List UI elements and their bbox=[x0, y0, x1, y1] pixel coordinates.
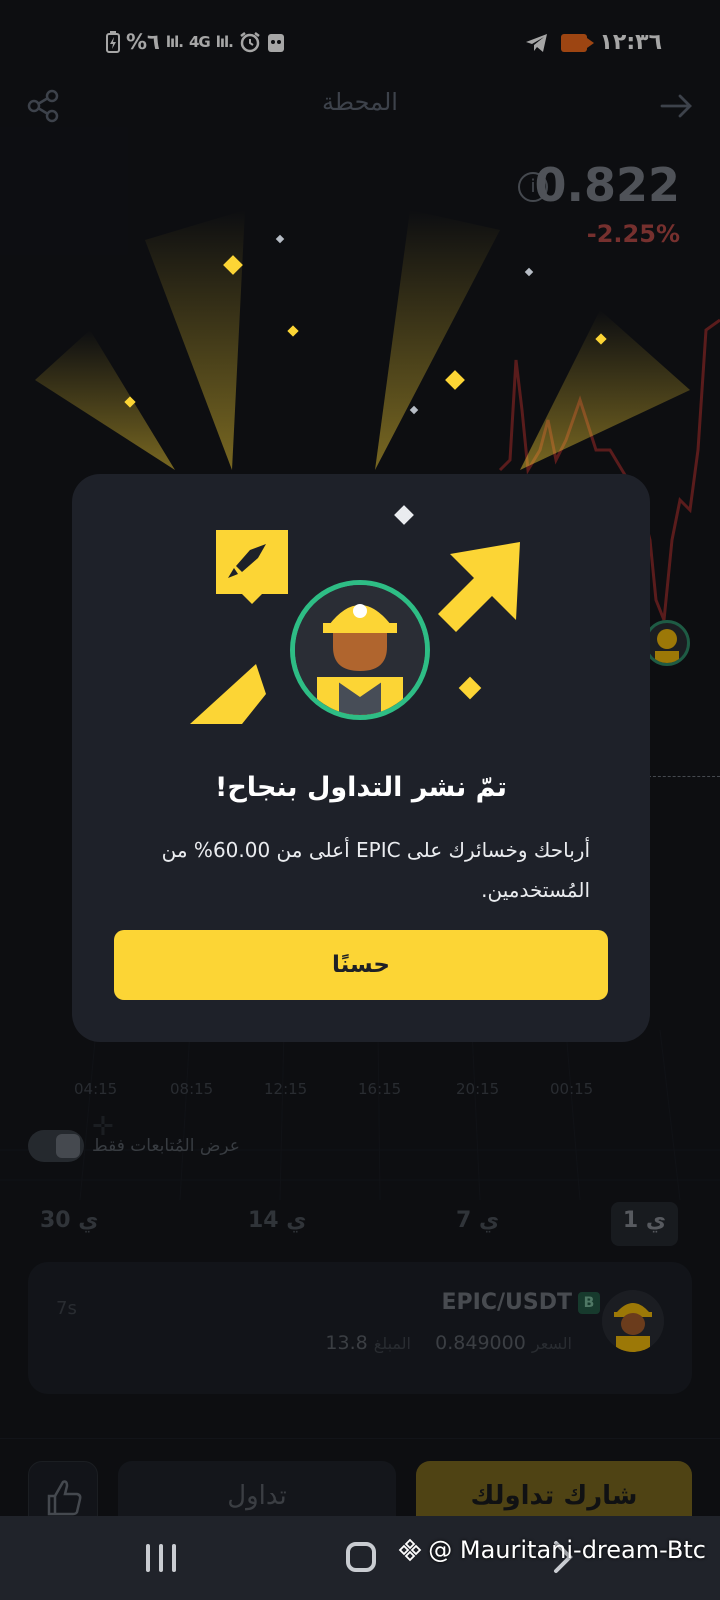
home-button[interactable] bbox=[346, 1542, 376, 1572]
success-modal: تمّ نشر التداول بنجاح! أرباحك وخسائرك عل… bbox=[72, 474, 650, 1042]
rocket-bubble-icon bbox=[216, 530, 288, 604]
modal-message: أرباحك وخسائرك على EPIC أعلى من 60.00% م… bbox=[161, 838, 590, 902]
system-nav-bar: @ Mauritani-dream-Btc bbox=[0, 1516, 720, 1600]
sparkle-icon bbox=[394, 505, 414, 525]
watermark-text: @ Mauritani-dream-Btc bbox=[428, 1536, 706, 1564]
triangle-shape-icon bbox=[190, 664, 266, 724]
binance-logo-icon bbox=[398, 1538, 422, 1562]
celebration-rays bbox=[35, 210, 690, 470]
ok-button[interactable]: حسنًا bbox=[114, 930, 608, 1000]
modal-title: تمّ نشر التداول بنجاح! bbox=[215, 772, 507, 803]
diamond-icon bbox=[458, 676, 482, 700]
arrow-up-right-icon bbox=[438, 542, 520, 632]
miner-avatar bbox=[290, 580, 430, 720]
recent-apps-button[interactable] bbox=[146, 1544, 176, 1572]
watermark: @ Mauritani-dream-Btc bbox=[398, 1536, 706, 1564]
